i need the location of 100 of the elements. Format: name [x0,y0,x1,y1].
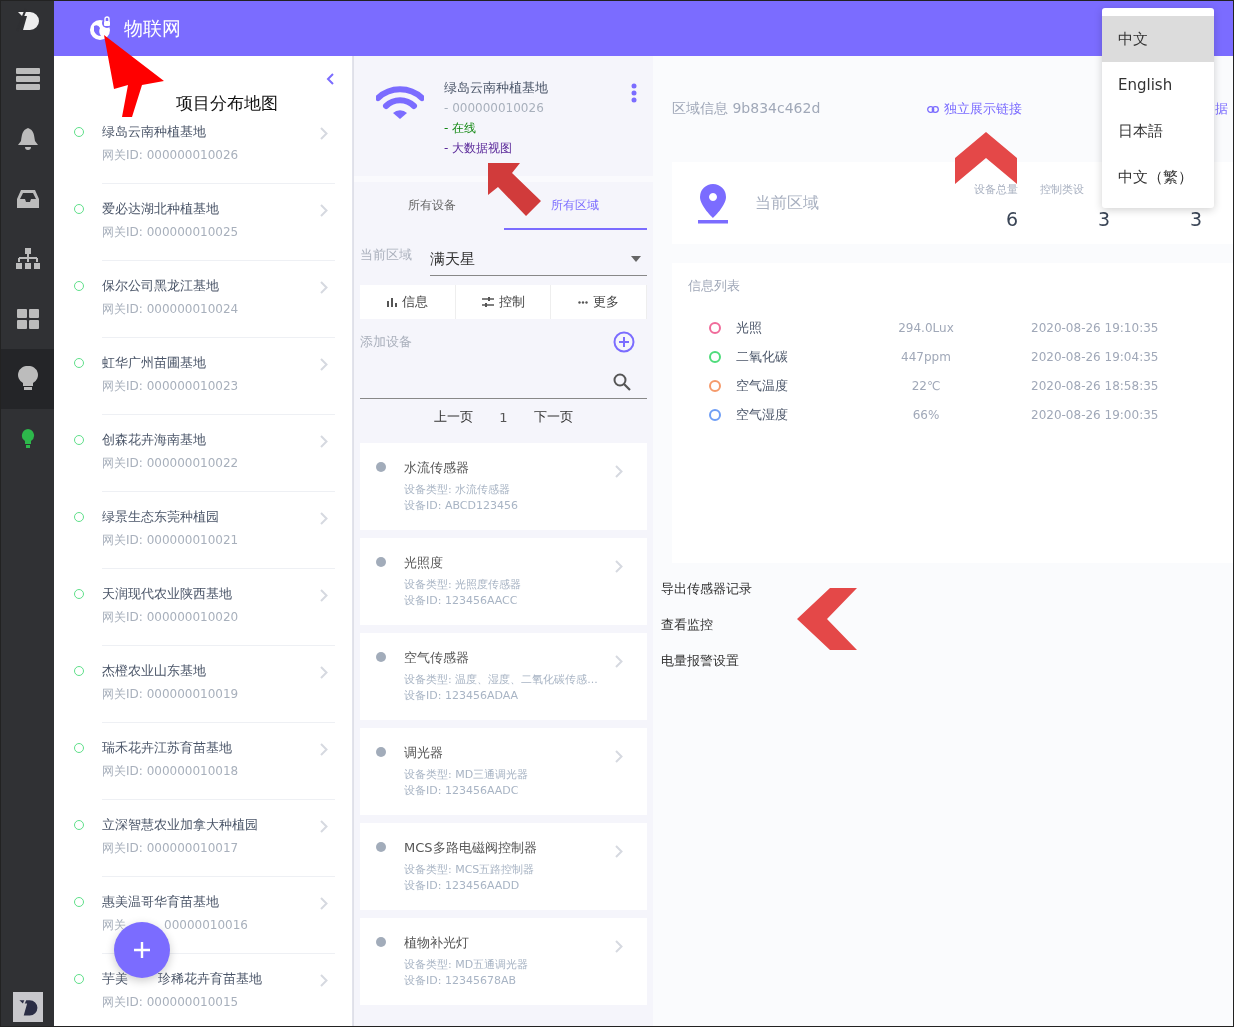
chevron-right-icon [615,560,623,573]
language-option[interactable]: 中文（繁） [1102,154,1214,200]
device-type: 设备类型: 光照度传感器 [404,577,523,593]
project-item[interactable]: 天润现代农业陕西基地 网关ID: 000000010020 [54,569,352,646]
link-icon [927,105,939,113]
page-number: 1 [499,409,508,425]
stat-value: 6 [1005,208,1018,230]
device-name: 调光器 [404,744,444,762]
device-type: 设备类型: 水流传感器 [404,482,512,498]
action-link[interactable]: 查看监控 [661,607,1233,643]
project-name: 天润现代农业陕西基地 [102,585,233,603]
region-label: 当前区域 [360,246,413,264]
info-list-title: 信息列表 [688,277,741,295]
annotation-arrow [486,161,542,217]
device-name: 植物补光灯 [404,934,470,952]
language-option[interactable]: English [1102,62,1214,108]
project-name: 绿岛云南种植基地 [102,123,207,141]
sensor-time: 2020-08-26 19:00:35 [1031,407,1159,422]
action-link[interactable]: 电量报警设置 [661,643,1233,679]
device-card[interactable]: 水流传感器 设备类型: 水流传感器 设备ID: ABCD123456 [360,443,647,530]
project-item[interactable]: 杰橙农业山东基地 网关ID: 000000010019 [54,646,352,723]
caret-icon [631,256,641,262]
previous-page-button[interactable]: 上一页 [430,408,478,426]
project-name: 杰橙农业山东基地 [102,662,207,680]
gateway-id: 网关ID: 000000010021 [102,532,240,549]
gateway-id: 网关ID: 000000010024 [102,301,240,318]
device-card[interactable]: 光照度 设备类型: 光照度传感器 设备ID: 123456AACC [360,538,647,625]
project-name: 绿景生态东莞种植园 [102,508,220,526]
gateway-id: 网关ID: 000000010023 [102,378,240,395]
add-icon[interactable] [613,331,635,353]
status-dot-icon [376,462,386,472]
chevron-right-icon [320,820,328,833]
device-id: 设备ID: 123456AADD [404,878,521,894]
sensor-value: 22℃ [910,378,942,393]
gateway-id: 网关ID: 000000010026 [102,147,240,164]
device-id: 设备ID: 123456AACC [404,593,519,609]
device-card[interactable]: MCS多路电磁阀控制器 设备类型: MCS五路控制器 设备ID: 123456AADD [360,823,647,910]
chevron-right-icon [320,127,328,140]
project-item[interactable]: 惠美温哥华育苗基地 网关 00000010016 [54,877,352,954]
gateway-id: 网关ID: 000000010017 [102,840,240,857]
chevron-right-icon [615,465,623,478]
project-item[interactable]: 爱必达湖北种植基地 网关ID: 000000010025 [54,184,352,261]
region-select[interactable]: 满天星 [430,243,647,276]
project-item[interactable]: 瑞禾花卉江苏育苗基地 网关ID: 000000010018 [54,723,352,800]
chevron-right-icon [320,281,328,294]
gateway-status: - 在线 [444,120,478,137]
gateway-id: 网关ID: 000000010019 [102,686,240,703]
stat-label: 控制类设 [1040,182,1084,198]
chevron-right-icon [320,204,328,217]
project-name: 珍稀花卉育苗基地 [158,970,262,988]
action-button[interactable]: 更多 [551,285,647,319]
project-item[interactable]: 创森花卉海南基地 网关ID: 000000010022 [54,415,352,492]
action-link[interactable]: 导出传感器记录 [661,571,1233,607]
sensor-value: 294.0Lux [897,320,955,335]
more-icon[interactable] [631,83,637,103]
add-device-label: 添加设备 [360,333,412,351]
stat-label: 设备总量 [974,182,1018,198]
collapse-icon[interactable] [326,73,334,85]
project-item[interactable]: 立深智慧农业加拿大种植园 网关ID: 000000010017 [54,800,352,877]
gateway-name: 绿岛云南种植基地 [444,79,549,97]
region-info-title: 区域信息 9b834c462d [672,100,821,118]
gateway-id: 网关ID: 000000010020 [102,609,240,626]
logo-icon [12,992,43,1022]
project-name: 创森花卉海南基地 [102,431,207,449]
gateway-id: 网关 [102,917,126,934]
sensor-time: 2020-08-26 18:58:35 [1031,378,1159,393]
chevron-right-icon [320,435,328,448]
project-item[interactable]: 保尔公司黑龙江基地 网关ID: 000000010024 [54,261,352,338]
sensor-time: 2020-08-26 19:04:35 [1031,349,1159,364]
language-option[interactable]: 日本語 [1102,108,1214,154]
project-name: 爱必达湖北种植基地 [102,200,220,218]
next-page-button[interactable]: 下一页 [529,408,577,426]
device-id: 设备ID: 12345678AB [404,973,517,989]
sidebar-item[interactable] [1,349,54,409]
grid-icon [16,309,39,329]
lightbulb-icon [17,366,38,392]
chevron-right-icon [615,750,623,763]
project-name: 芋美 [102,970,128,988]
project-item[interactable]: 绿景生态东莞种植园 网关ID: 000000010021 [54,492,352,569]
action-button[interactable]: 信息 [360,285,456,319]
data-link[interactable]: 据 [1215,100,1228,118]
sitemap-icon [15,248,40,270]
chevron-right-icon [320,743,328,756]
chevron-right-icon [320,974,328,987]
project-name: 虹华广州苗圃基地 [102,354,207,372]
sensor-value: 447ppm [900,349,952,364]
wifi-icon [376,86,424,120]
project-name: 保尔公司黑龙江基地 [102,277,220,295]
bar-chart-icon [386,297,397,307]
language-option[interactable]: 中文 [1102,16,1214,62]
device-card[interactable]: 空气传感器 设备类型: 温度、湿度、二氧化碳传感... 设备ID: 123456ADAA [360,633,647,720]
plus-icon [133,941,151,959]
action-button[interactable]: 控制 [455,285,552,319]
project-item[interactable]: 虹华广州苗圃基地 网关ID: 000000010023 [54,338,352,415]
device-card[interactable]: 植物补光灯 设备类型: MD五通调光器 设备ID: 12345678AB [360,918,647,1005]
device-id: 设备ID: ABCD123456 [404,498,519,514]
big-data-link[interactable]: - 大数据视图 [444,138,631,158]
tab[interactable]: 所有设备 [360,182,504,230]
annotation-text: 项目分布地图 [176,92,278,115]
display-link[interactable]: 独立展示链接 [927,100,1022,118]
